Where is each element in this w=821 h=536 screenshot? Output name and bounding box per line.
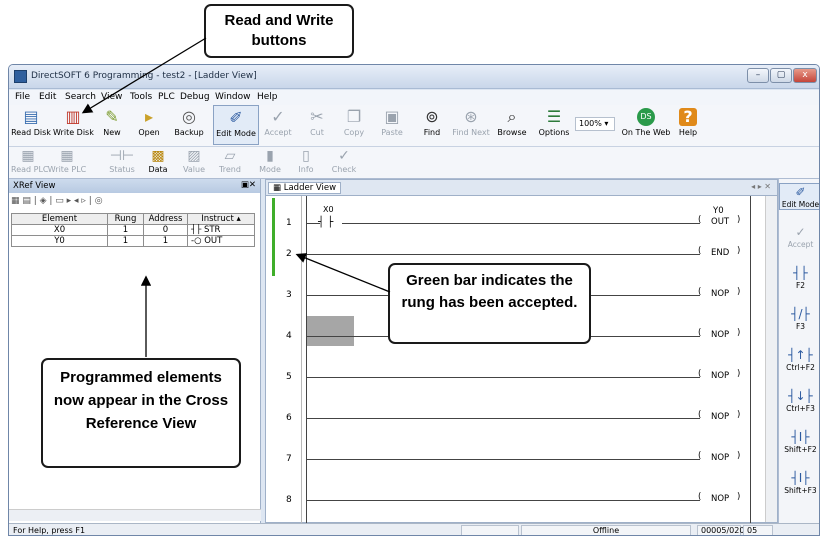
callout-arrows xyxy=(81,37,391,357)
